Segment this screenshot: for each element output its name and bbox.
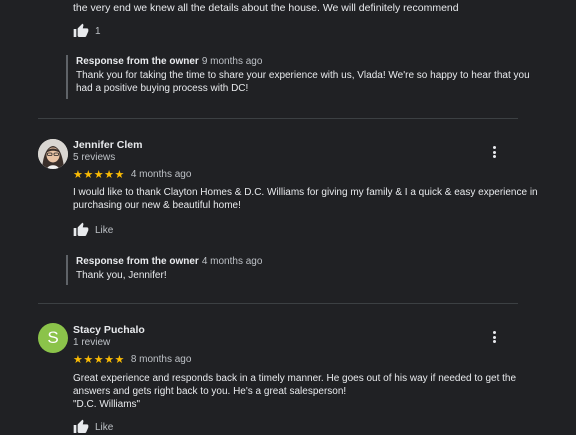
reviewer-name[interactable]: Jennifer Clem xyxy=(73,139,142,151)
reviewer-review-count: 1 review xyxy=(73,337,111,348)
reviewer-name[interactable]: Stacy Puchalo xyxy=(73,324,145,336)
divider xyxy=(38,118,518,119)
owner-response-text: Thank you, Jennifer! xyxy=(76,269,167,281)
thumbs-up-icon xyxy=(73,23,89,37)
star-rating: ★★★★★ xyxy=(73,354,125,366)
owner-response-time: 4 months ago xyxy=(201,256,263,267)
more-vert-icon[interactable] xyxy=(488,145,500,159)
owner-response-time: 9 months ago xyxy=(201,56,263,67)
reviewer-review-count: 5 reviews xyxy=(73,152,116,163)
avatar[interactable] xyxy=(38,139,68,169)
review-text-line: "D.C. Williams" xyxy=(73,399,141,410)
owner-response-text: Thank you for taking the time to share y… xyxy=(76,69,530,95)
like-button[interactable]: 1 xyxy=(73,23,101,39)
like-label: Like xyxy=(95,224,114,236)
review-text: I would like to thank Clayton Homes & D.… xyxy=(73,187,538,211)
like-count: 1 xyxy=(95,25,101,37)
rating-row: ★★★★★ 4 months ago xyxy=(73,168,191,181)
review-time: 4 months ago xyxy=(130,169,192,180)
review-text: Great experience and responds back in a … xyxy=(73,372,543,411)
owner-response-title: Response from the owner xyxy=(76,256,199,267)
rating-row: ★★★★★ 8 months ago xyxy=(73,353,191,366)
like-button[interactable]: Like xyxy=(73,222,113,238)
like-label: Like xyxy=(95,421,114,433)
owner-response: Response from the owner 4 months ago Than… xyxy=(66,255,536,285)
avatar[interactable]: S xyxy=(38,323,68,353)
profile-photo xyxy=(38,139,68,169)
review-time: 8 months ago xyxy=(130,354,192,365)
owner-response-title: Response from the owner xyxy=(76,56,199,67)
avatar-letter: S xyxy=(47,328,59,347)
divider xyxy=(38,303,518,304)
owner-response: Response from the owner 9 months ago Than… xyxy=(66,55,536,99)
star-rating: ★★★★★ xyxy=(73,169,125,181)
thumbs-up-icon xyxy=(73,222,89,236)
review-text-line: Great experience and responds back in a … xyxy=(73,373,517,397)
thumbs-up-icon xyxy=(73,419,89,433)
review-text: the very end we knew all the details abo… xyxy=(73,2,459,14)
reviews-panel: the very end we knew all the details abo… xyxy=(0,0,576,435)
more-vert-icon[interactable] xyxy=(488,330,500,344)
like-button[interactable]: Like xyxy=(73,419,113,435)
